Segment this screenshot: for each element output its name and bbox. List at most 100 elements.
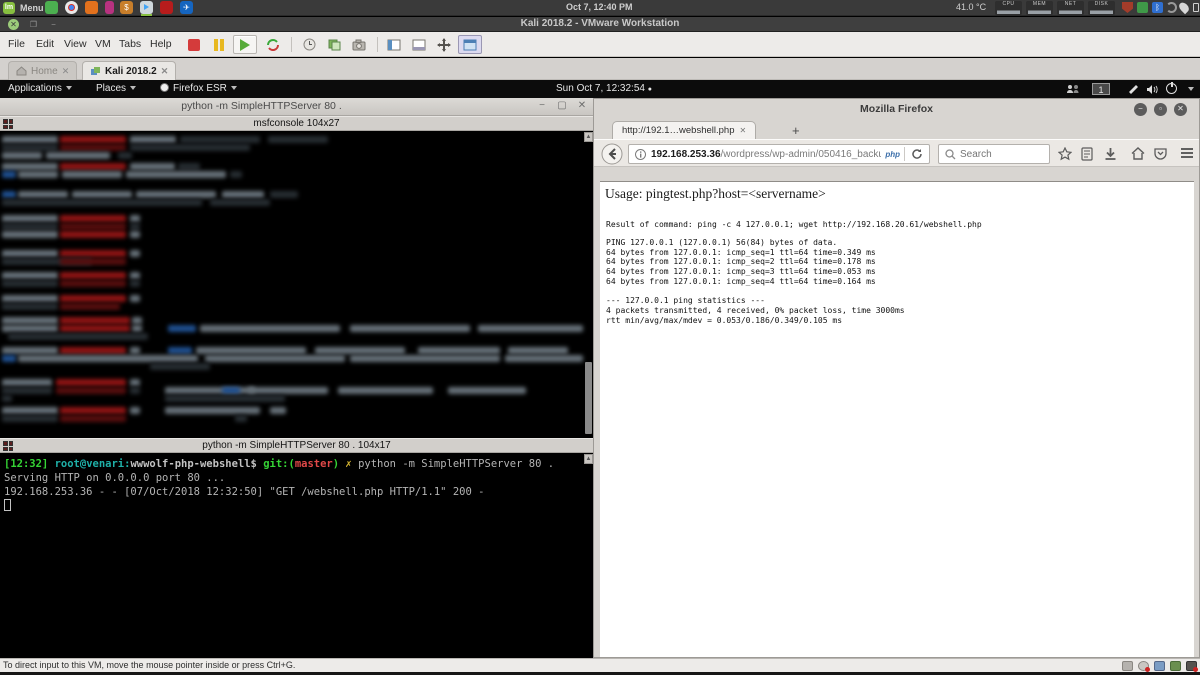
kali-clock[interactable]: Sun Oct 7, 12:32:54 ● [556, 83, 652, 94]
redacted-terminal-text [2, 280, 58, 287]
browser-app-icon[interactable] [85, 1, 98, 14]
scroll-up-arrow-icon[interactable]: ▲ [584, 132, 593, 142]
new-tab-button[interactable]: + [792, 123, 800, 138]
tab-kali[interactable]: Kali 2018.2✕ [82, 61, 176, 82]
reset-button[interactable] [264, 35, 282, 54]
browser-tab[interactable]: http://192.1…webshell.php ✕ [612, 121, 756, 139]
tab-kali-close-icon[interactable]: ✕ [161, 66, 169, 77]
shield-tray-icon[interactable] [1122, 2, 1133, 13]
places-menu[interactable]: Places [96, 83, 136, 94]
scroll-up-arrow-icon[interactable]: ▲ [584, 454, 593, 464]
net-monitor[interactable]: NET [1057, 1, 1084, 15]
httpserver-split-bar[interactable]: python -m SimpleHTTPServer 80 . 104x17 [0, 438, 593, 453]
device-sound-icon[interactable] [1154, 661, 1165, 671]
mail-app-icon[interactable]: ✈ [180, 1, 193, 14]
volume-icon[interactable] [1146, 84, 1159, 95]
snapshot-manager-button[interactable] [350, 35, 368, 54]
menu-edit[interactable]: Edit [36, 38, 54, 50]
vmware-titlebar[interactable]: ✕ ❐ − Kali 2018.2 - VMware Workstation [0, 17, 1200, 32]
sync-tray-icon[interactable] [1166, 2, 1177, 13]
search-bar[interactable] [938, 144, 1050, 164]
disk-monitor[interactable]: DISK [1088, 1, 1115, 15]
device-cdrom-icon[interactable] [1138, 661, 1149, 671]
redacted-terminal-text [2, 325, 58, 332]
menu-file[interactable]: File [8, 38, 25, 50]
menu-vm[interactable]: VM [95, 38, 111, 50]
input-method-icon[interactable] [1128, 84, 1139, 95]
redacted-terminal-text [2, 136, 58, 143]
terminal-window-title: python -m SimpleHTTPServer 80 . [0, 100, 523, 112]
host-clock[interactable]: Oct 7, 12:40 PM [566, 2, 633, 12]
terminal-minimize-icon[interactable]: − [535, 100, 549, 111]
msfconsole-pane[interactable]: ▲ [0, 132, 593, 437]
terminal-titlebar[interactable]: python -m SimpleHTTPServer 80 . − ▢ ✕ [0, 98, 593, 116]
mint-menu-icon[interactable]: lm [3, 2, 15, 14]
device-hdd-icon[interactable] [1122, 661, 1133, 671]
url-text[interactable]: 192.168.253.36/wordpress/wp-admin/050416… [651, 149, 881, 160]
device-network-icon[interactable] [1186, 661, 1197, 671]
location-tray-icon[interactable] [1177, 1, 1190, 14]
menu-tabs[interactable]: Tabs [119, 38, 141, 50]
fullscreen-button[interactable] [435, 35, 453, 54]
color-app-icon[interactable] [105, 1, 114, 14]
power-on-button[interactable] [233, 35, 257, 54]
httpserver-pane[interactable]: [12:32] root@venari:wwwolf-php-webshell$… [0, 454, 593, 658]
toolbar-separator [377, 37, 378, 52]
menu-view[interactable]: View [64, 38, 87, 50]
search-icon [945, 149, 956, 160]
power-off-button[interactable] [185, 35, 203, 54]
msfconsole-split-bar[interactable]: msfconsole 104x27 [0, 116, 593, 131]
tab-home[interactable]: Home✕ [8, 61, 77, 80]
redacted-terminal-text [508, 347, 568, 354]
reload-icon[interactable] [911, 148, 923, 160]
editor-app-icon[interactable] [160, 1, 173, 14]
workspace-indicator[interactable]: 1 [1092, 83, 1110, 95]
chrome-app-icon[interactable] [65, 1, 78, 14]
terminal-close-icon[interactable]: ✕ [575, 100, 589, 111]
updates-tray-icon[interactable] [1137, 2, 1148, 13]
bookmark-star-icon[interactable] [1058, 147, 1072, 161]
firefox-esr-menu[interactable]: Firefox ESR [160, 83, 237, 94]
terminal-maximize-icon[interactable]: ▢ [555, 100, 569, 111]
unity-mode-button[interactable] [458, 35, 482, 54]
msf-scrollbar-thumb[interactable] [585, 362, 592, 434]
home-icon[interactable] [1131, 147, 1145, 160]
tab-close-icon[interactable]: ✕ [740, 126, 747, 135]
cpu-monitor[interactable]: CPU [995, 1, 1022, 15]
vm-input-hint-text: To direct input to this VM, move the mou… [3, 660, 295, 670]
pocket-icon[interactable] [1154, 147, 1167, 160]
back-button[interactable] [601, 143, 623, 165]
power-menu-caret-icon[interactable] [1188, 87, 1194, 91]
finance-app-icon[interactable]: $ [120, 1, 133, 14]
firefox-titlebar[interactable]: Mozilla Firefox − ▫ ✕ [594, 99, 1199, 120]
applications-menu[interactable]: Applications [8, 83, 72, 94]
revert-snapshot-button[interactable] [325, 35, 343, 54]
show-library-button[interactable] [385, 35, 403, 54]
suspend-button[interactable] [210, 35, 228, 54]
mem-monitor[interactable]: MEM [1026, 1, 1053, 15]
search-input[interactable] [960, 149, 1030, 160]
power-icon[interactable] [1166, 83, 1177, 94]
firefox-close-icon[interactable]: ✕ [1174, 103, 1187, 116]
battery-tray-icon[interactable] [1193, 3, 1199, 12]
files-app-icon[interactable] [45, 1, 58, 14]
bluetooth-tray-icon[interactable]: ᛒ [1152, 2, 1163, 13]
show-console-button[interactable] [410, 35, 428, 54]
device-disk2-icon[interactable] [1170, 661, 1181, 671]
redacted-terminal-text [180, 136, 260, 143]
host-menu-button[interactable]: Menu [20, 2, 44, 14]
downloads-icon[interactable] [1104, 147, 1117, 161]
tab-home-close-icon[interactable]: ✕ [62, 66, 70, 77]
player-app-icon[interactable] [140, 1, 153, 14]
firefox-maximize-icon[interactable]: ▫ [1154, 103, 1167, 116]
take-snapshot-button[interactable] [300, 35, 318, 54]
site-info-icon[interactable] [635, 149, 646, 160]
url-bar[interactable]: 192.168.253.36/wordpress/wp-admin/050416… [628, 144, 930, 164]
menu-help[interactable]: Help [150, 38, 172, 50]
library-icon[interactable] [1081, 147, 1093, 161]
users-indicator-icon[interactable] [1066, 84, 1080, 94]
firefox-minimize-icon[interactable]: − [1134, 103, 1147, 116]
hamburger-menu-icon[interactable] [1180, 147, 1194, 159]
redacted-terminal-text [130, 250, 140, 257]
redacted-terminal-text [2, 171, 16, 178]
